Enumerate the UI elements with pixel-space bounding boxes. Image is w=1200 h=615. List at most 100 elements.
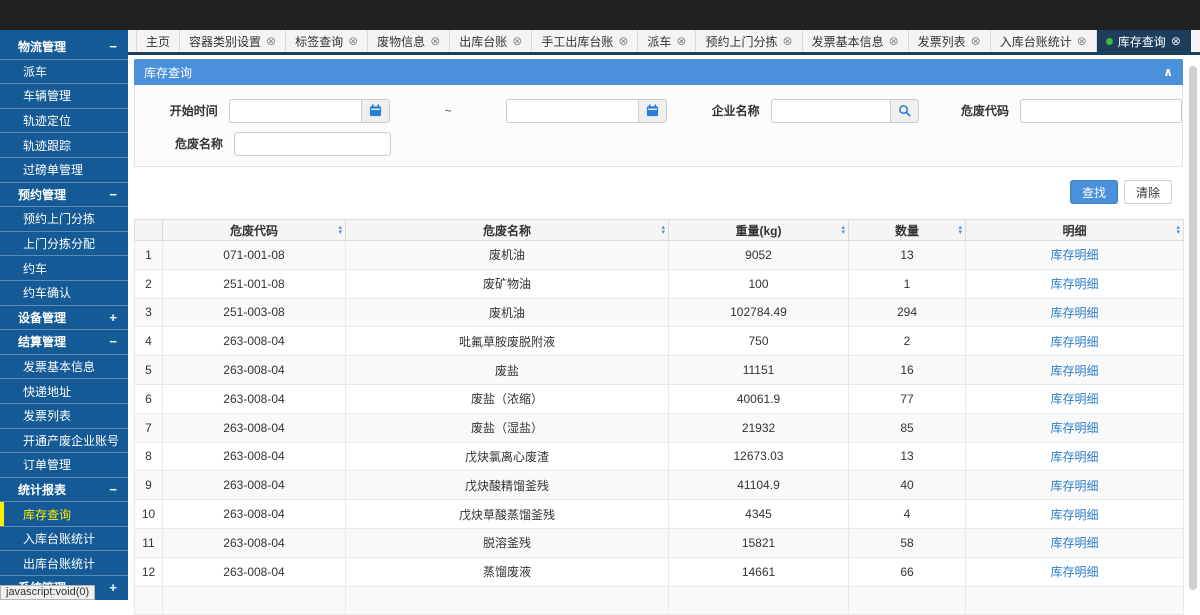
sidebar-item-5[interactable]: 轨迹跟踪 xyxy=(0,133,128,158)
close-icon[interactable] xyxy=(512,35,522,47)
collapse-icon[interactable]: − xyxy=(109,40,117,53)
tab-3[interactable]: 标签查询 xyxy=(286,30,368,52)
close-icon[interactable] xyxy=(618,35,628,47)
sidebar-item-20[interactable]: 库存查询 xyxy=(0,502,128,527)
tab-2[interactable]: 容器类别设置 xyxy=(180,30,286,52)
close-icon[interactable] xyxy=(676,35,686,47)
sort-icon[interactable] xyxy=(841,225,845,235)
cell-waste-code: 263-008-04 xyxy=(163,557,346,586)
close-icon[interactable] xyxy=(1171,35,1181,47)
sidebar-item-1[interactable]: 物流管理− xyxy=(0,35,128,60)
tab-5[interactable]: 出库台账 xyxy=(450,30,532,52)
cell-detail: 库存明细 xyxy=(966,471,1184,500)
sidebar-item-10[interactable]: 约车 xyxy=(0,256,128,281)
waste-name-input[interactable] xyxy=(234,132,391,156)
close-icon[interactable] xyxy=(783,35,793,47)
sidebar-item-12[interactable]: 设备管理+ xyxy=(0,306,128,331)
inventory-detail-link[interactable]: 库存明细 xyxy=(1050,392,1098,406)
close-icon[interactable] xyxy=(266,35,276,47)
sidebar-menu: 物流管理−派车车辆管理轨迹定位轨迹跟踪过磅单管理预约管理−预约上门分拣上门分拣分… xyxy=(0,30,128,600)
column-header-4[interactable]: 重量(kg) xyxy=(669,220,849,241)
inventory-detail-link[interactable]: 库存明细 xyxy=(1050,565,1098,579)
sort-icon[interactable] xyxy=(1176,225,1180,235)
end-date-picker-button[interactable] xyxy=(638,99,667,123)
sidebar-item-18[interactable]: 订单管理 xyxy=(0,453,128,478)
inventory-detail-link[interactable]: 库存明细 xyxy=(1050,277,1098,291)
panel-title: 库存查询 xyxy=(144,64,192,81)
tab-label: 发票基本信息 xyxy=(812,33,884,50)
column-header-3[interactable]: 危废名称 xyxy=(346,220,669,241)
start-date-picker-button[interactable] xyxy=(361,99,390,123)
tab-7[interactable]: 派车 xyxy=(638,30,696,52)
inventory-detail-link[interactable]: 库存明细 xyxy=(1050,335,1098,349)
inventory-detail-link[interactable]: 库存明细 xyxy=(1050,508,1098,522)
close-icon[interactable] xyxy=(430,35,440,47)
waste-code-label: 危废代码 xyxy=(919,102,1020,119)
inventory-detail-link[interactable]: 库存明细 xyxy=(1050,364,1098,378)
cell-row-index: 6 xyxy=(135,384,163,413)
cell-waste-code: 263-008-04 xyxy=(163,528,346,557)
sidebar-item-16[interactable]: 发票列表 xyxy=(0,404,128,429)
collapse-icon[interactable]: − xyxy=(109,335,117,348)
sidebar-item-19[interactable]: 统计报表− xyxy=(0,478,128,503)
sidebar-item-21[interactable]: 入库台账统计 xyxy=(0,527,128,552)
tab-12[interactable]: 库存查询 xyxy=(1097,30,1191,52)
company-search-button[interactable] xyxy=(890,99,919,123)
tab-10[interactable]: 发票列表 xyxy=(909,30,991,52)
collapse-icon[interactable]: − xyxy=(109,483,117,496)
calendar-icon xyxy=(646,104,659,117)
start-time-input[interactable] xyxy=(229,99,361,123)
inventory-detail-link[interactable]: 库存明细 xyxy=(1050,421,1098,435)
sidebar-item-11[interactable]: 约车确认 xyxy=(0,281,128,306)
tab-6[interactable]: 手工出库台账 xyxy=(532,30,638,52)
sort-icon[interactable] xyxy=(661,225,665,235)
tab-11[interactable]: 入库台账统计 xyxy=(991,30,1097,52)
column-header-6[interactable]: 明细 xyxy=(966,220,1184,241)
sidebar-item-label: 发票列表 xyxy=(23,407,71,424)
inventory-detail-link[interactable]: 库存明细 xyxy=(1050,536,1098,550)
tab-9[interactable]: 发票基本信息 xyxy=(803,30,909,52)
sidebar-item-22[interactable]: 出库台账统计 xyxy=(0,551,128,576)
sidebar-item-7[interactable]: 预约管理− xyxy=(0,183,128,208)
sort-icon[interactable] xyxy=(958,225,962,235)
cell-weight: 11151 xyxy=(669,356,849,385)
close-icon[interactable] xyxy=(348,35,358,47)
sidebar-item-6[interactable]: 过磅单管理 xyxy=(0,158,128,183)
column-header-5[interactable]: 数量 xyxy=(849,220,966,241)
sidebar-item-17[interactable]: 开通产废企业账号 xyxy=(0,429,128,454)
waste-code-input[interactable] xyxy=(1020,99,1182,123)
chevron-up-icon[interactable] xyxy=(1163,65,1173,79)
sort-icon[interactable] xyxy=(338,225,342,235)
sidebar-item-9[interactable]: 上门分拣分配 xyxy=(0,232,128,257)
inventory-detail-link[interactable]: 库存明细 xyxy=(1050,450,1098,464)
cell-waste-code: 263-008-04 xyxy=(163,413,346,442)
cell-waste-code: 263-008-04 xyxy=(163,356,346,385)
close-icon[interactable] xyxy=(971,35,981,47)
inventory-detail-link[interactable]: 库存明细 xyxy=(1050,248,1098,262)
company-name-input[interactable] xyxy=(771,99,890,123)
close-icon[interactable] xyxy=(889,35,899,47)
tab-4[interactable]: 废物信息 xyxy=(368,30,450,52)
end-time-input[interactable] xyxy=(506,99,638,123)
inventory-detail-link[interactable]: 库存明细 xyxy=(1050,479,1098,493)
sidebar-item-14[interactable]: 发票基本信息 xyxy=(0,355,128,380)
query-panel-body: 开始时间 ~ 企业名称 xyxy=(134,85,1183,167)
close-icon[interactable] xyxy=(1077,35,1087,47)
sidebar-item-3[interactable]: 车辆管理 xyxy=(0,84,128,109)
vertical-scrollbar[interactable] xyxy=(1189,66,1197,590)
clear-button[interactable]: 清除 xyxy=(1124,180,1172,204)
tab-8[interactable]: 预约上门分拣 xyxy=(696,30,802,52)
tab-1[interactable]: 主页 xyxy=(136,30,180,52)
sidebar-item-15[interactable]: 快递地址 xyxy=(0,379,128,404)
sidebar-item-8[interactable]: 预约上门分拣 xyxy=(0,207,128,232)
collapse-icon[interactable]: − xyxy=(109,188,117,201)
sidebar-item-4[interactable]: 轨迹定位 xyxy=(0,109,128,134)
calendar-icon xyxy=(369,104,382,117)
column-header-2[interactable]: 危废代码 xyxy=(163,220,346,241)
sidebar-item-13[interactable]: 结算管理− xyxy=(0,330,128,355)
inventory-detail-link[interactable]: 库存明细 xyxy=(1050,306,1098,320)
search-button[interactable]: 查找 xyxy=(1070,180,1118,204)
sidebar-item-2[interactable]: 派车 xyxy=(0,60,128,85)
expand-icon[interactable]: + xyxy=(109,581,117,594)
expand-icon[interactable]: + xyxy=(109,311,117,324)
